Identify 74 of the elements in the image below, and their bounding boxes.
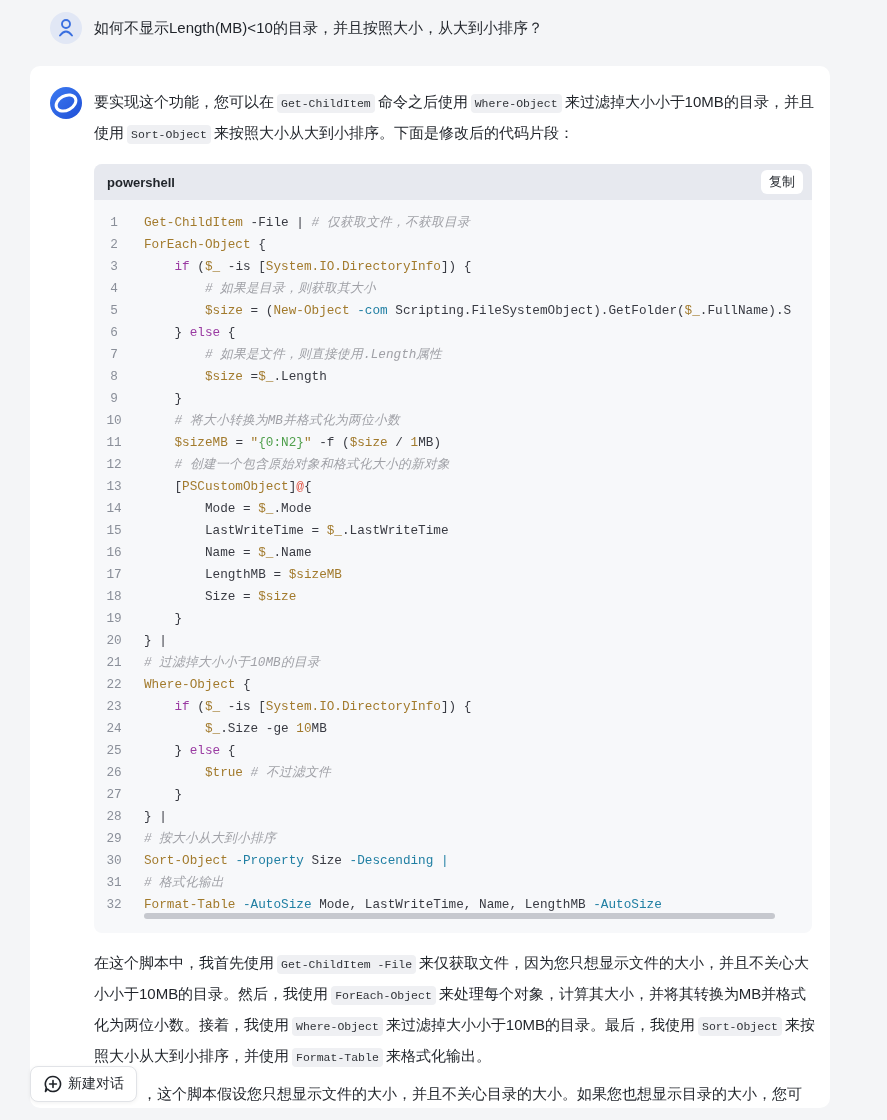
code-line: # 如果是目录，则获取其大小 [203, 279, 377, 297]
code-line: $sizeMB = "{0:N2}" -f ($size / 1MB) [173, 434, 441, 450]
code-line: # 将大小转换为MB并格式化为两位小数 [173, 411, 400, 429]
line-number: 16 [105, 544, 123, 560]
line-number: 13 [105, 478, 123, 494]
line-number: 7 [109, 346, 119, 362]
line-number: 32 [105, 896, 123, 912]
code-line: } [173, 390, 183, 406]
line-number: 20 [105, 632, 123, 648]
code-line: [PSCustomObject]@{ [173, 478, 312, 494]
code-line: ForEach-Object { [144, 236, 266, 252]
code-line: LastWriteTime = $_.LastWriteTime [203, 522, 449, 538]
line-number: 21 [105, 654, 123, 670]
code-line: Sort-Object -Property Size -Descending | [144, 852, 449, 868]
line-number: 1 [109, 214, 119, 230]
code-line: $true # 不过滤文件 [203, 763, 331, 781]
code-line: } | [144, 808, 167, 824]
code-line: } else { [173, 742, 236, 758]
line-number: 25 [105, 742, 123, 758]
line-number: 17 [105, 566, 123, 582]
code-line: # 格式化输出 [144, 873, 225, 891]
note-paragraph: ，这个脚本假设您只想显示文件的大小，并且不关心目录的大小。如果您也想显示目录的大小，您可 [142, 1084, 802, 1104]
code-line: Mode = $_.Mode [203, 500, 312, 516]
code-line: Format-Table -AutoSize Mode, LastWriteTime, Name, LengthMB -AutoSize [144, 896, 662, 912]
code-line: $size =$_.Length [203, 368, 327, 384]
line-number: 31 [105, 874, 123, 890]
new-chat-button[interactable]: 新建对话 [30, 1066, 137, 1102]
code-language-label: powershell [107, 174, 175, 190]
code-line: Where-Object { [144, 676, 251, 692]
line-number: 26 [105, 764, 123, 780]
line-number: 27 [105, 786, 123, 802]
user-message: 如何不显示Length(MB)<10的目录，并且按照大小，从大到小排序？ [94, 18, 543, 38]
code-line: # 按大小从大到小排序 [144, 829, 277, 847]
line-number: 5 [109, 302, 119, 318]
line-number: 29 [105, 830, 123, 846]
line-number: 24 [105, 720, 123, 736]
line-number: 9 [109, 390, 119, 406]
line-number: 23 [105, 698, 123, 714]
code-line: $_.Size -ge 10MB [203, 720, 327, 736]
code-line: $size = (New-Object -com Scripting.FileSystemObject).GetFolder($_.FullName).S [203, 302, 792, 318]
code-line: if ($_ -is [System.IO.DirectoryInfo]) { [173, 258, 472, 274]
code-line: } | [144, 632, 167, 648]
code-line: } [173, 610, 183, 626]
chat-plus-icon [44, 1075, 62, 1093]
code-line: # 如果是文件，则直接使用.Length属性 [203, 345, 443, 363]
code-line: Get-ChildItem -File | # 仅获取文件，不获取目录 [144, 213, 470, 231]
line-number: 8 [109, 368, 119, 384]
code-line: } [173, 786, 183, 802]
code-line: Size = $size [203, 588, 297, 604]
code-line: } else { [173, 324, 236, 340]
line-number: 30 [105, 852, 123, 868]
copy-button[interactable]: 复制 [761, 170, 803, 194]
code-line: # 创建一个包含原始对象和格式化大小的新对象 [173, 455, 450, 473]
code-line: # 过滤掉大小小于10MB的目录 [144, 653, 320, 671]
line-number: 15 [105, 522, 123, 538]
line-number: 10 [105, 412, 123, 428]
line-number: 3 [109, 258, 119, 274]
line-number: 12 [105, 456, 123, 472]
line-number: 11 [105, 434, 123, 450]
code-line: if ($_ -is [System.IO.DirectoryInfo]) { [173, 698, 472, 714]
line-number: 2 [109, 236, 119, 252]
ring-logo-icon [50, 87, 82, 119]
code-line: LengthMB = $sizeMB [203, 566, 342, 582]
line-number: 22 [105, 676, 123, 692]
line-number: 19 [105, 610, 123, 626]
person-icon [50, 12, 82, 44]
line-number: 6 [109, 324, 119, 340]
intro-paragraph: 要实现这个功能，您可以在 Get-ChildItem 命令之后使用 Where-Object 来过滤掉大小小于10MB的目录，并且使用 Sort-Object 来按照大小从大到小排序。下面是修改后的代码片段： [94, 87, 816, 149]
scrollbar[interactable] [144, 913, 775, 919]
line-number: 28 [105, 808, 123, 824]
line-number: 4 [109, 280, 119, 296]
line-number: 14 [105, 500, 123, 516]
line-number: 18 [105, 588, 123, 604]
code-line: Name = $_.Name [203, 544, 312, 560]
